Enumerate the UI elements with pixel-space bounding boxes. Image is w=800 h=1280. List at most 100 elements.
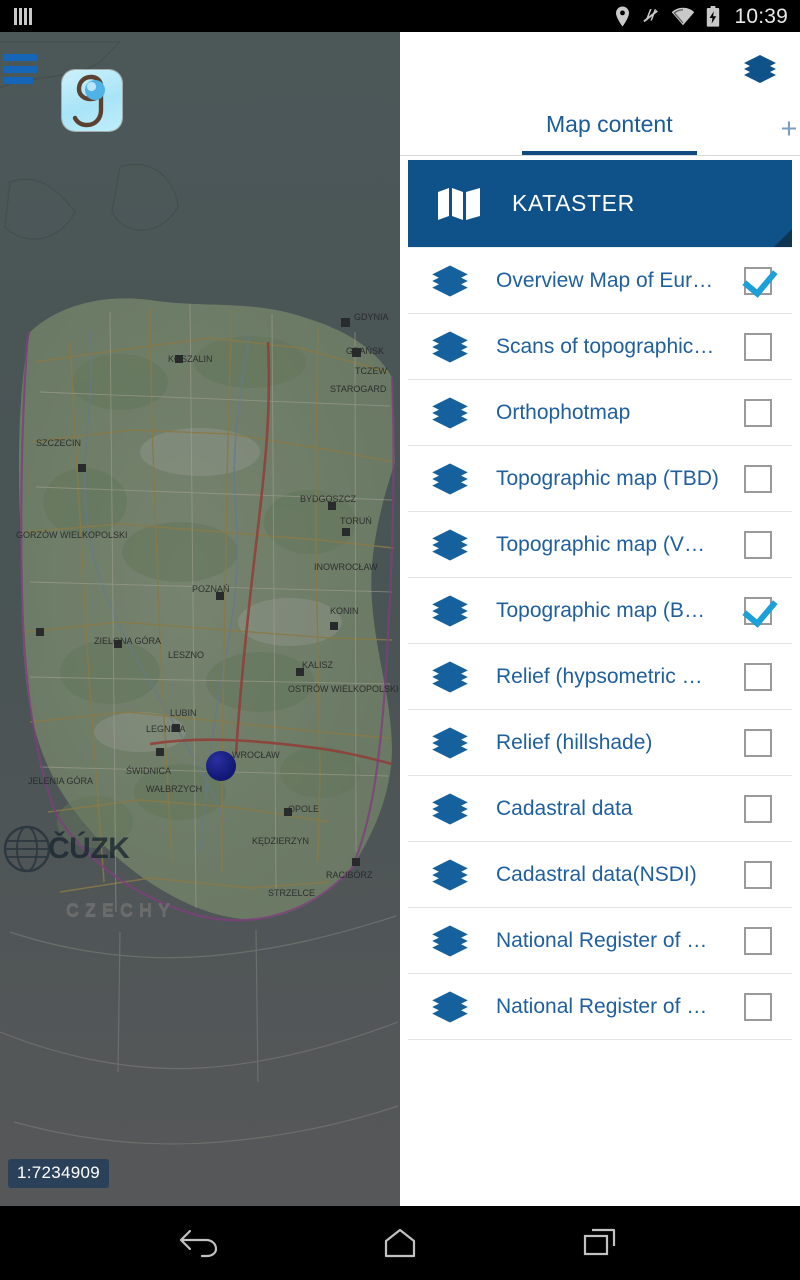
svg-text:BYDGOSZCZ: BYDGOSZCZ	[300, 494, 357, 504]
map-location-marker[interactable]	[206, 751, 236, 781]
layer-visibility-checkbox[interactable]	[730, 926, 786, 955]
home-icon[interactable]	[370, 1217, 430, 1269]
layer-visibility-checkbox[interactable]	[730, 398, 786, 427]
layer-visibility-checkbox[interactable]	[730, 794, 786, 823]
layers-stack-icon	[428, 858, 472, 892]
layer-row-label: Topographic map (BDO)	[496, 598, 723, 622]
layer-list: Overview Map of Europe Scans of topograph…	[400, 247, 800, 1040]
layers-stack-icon[interactable]	[742, 54, 778, 84]
panel-topbar	[400, 32, 800, 100]
svg-text:LEGNICA: LEGNICA	[146, 724, 186, 734]
svg-text:STAROGARD: STAROGARD	[330, 384, 387, 394]
svg-text:JELENIA GÓRA: JELENIA GÓRA	[28, 776, 93, 786]
layers-stack-icon	[428, 660, 472, 694]
layer-row-label: National Register of Boundari…	[496, 928, 730, 952]
layers-stack-icon	[428, 528, 472, 562]
svg-text:KONIN: KONIN	[330, 606, 359, 616]
layer-row-label: Orthophotmap	[496, 400, 631, 424]
add-layer-button[interactable]: +	[774, 114, 800, 144]
layer-row[interactable]: National Register of Geograp…	[408, 974, 792, 1040]
hamburger-menu-icon[interactable]	[3, 54, 39, 84]
country-label-czechy: CZECHY	[66, 900, 177, 920]
svg-text:LESZNO: LESZNO	[168, 650, 204, 660]
layers-stack-icon	[428, 726, 472, 760]
checkbox-unchecked-icon[interactable]	[744, 530, 772, 559]
layer-group-header-kataster[interactable]: KATASTER	[408, 160, 792, 247]
android-screen: 10:39 GDYNIA GDAŃSK TCZEW STAROGARD KOSZ…	[0, 0, 800, 1280]
checkbox-unchecked-icon[interactable]	[744, 398, 772, 427]
svg-text:SZCZECIN: SZCZECIN	[36, 438, 81, 448]
battery-charging-icon	[707, 5, 720, 27]
layer-row[interactable]: Topographic map (TBD)	[408, 446, 792, 512]
bell-muted-icon	[643, 8, 659, 22]
layer-visibility-checkbox[interactable]	[730, 266, 786, 295]
layer-row[interactable]: Cadastral data(NSDI)	[408, 842, 792, 908]
layer-group-title: KATASTER	[512, 190, 635, 216]
svg-text:RACIBÓRZ: RACIBÓRZ	[326, 870, 373, 880]
svg-text:KĘDZIERZYN: KĘDZIERZYN	[252, 836, 309, 846]
checkbox-unchecked-icon[interactable]	[744, 728, 772, 757]
layer-row-label: Cadastral data(NSDI)	[496, 862, 697, 886]
svg-text:LUBIN: LUBIN	[170, 708, 197, 718]
layer-row[interactable]: Overview Map of Europe	[408, 247, 792, 314]
svg-text:GDAŃSK: GDAŃSK	[346, 346, 384, 356]
layer-visibility-checkbox[interactable]	[730, 464, 786, 493]
svg-text:OPOLE: OPOLE	[288, 804, 319, 814]
checkbox-unchecked-icon[interactable]	[744, 332, 772, 361]
layer-row[interactable]: Relief (hypsometric map)	[408, 644, 792, 710]
checkbox-unchecked-icon[interactable]	[744, 926, 772, 955]
svg-text:KOSZALIN: KOSZALIN	[168, 354, 213, 364]
recent-apps-icon[interactable]	[570, 1217, 630, 1269]
layer-visibility-checkbox[interactable]	[730, 332, 786, 361]
layer-visibility-checkbox[interactable]	[730, 530, 786, 559]
layer-row-label: Scans of topographic maps	[496, 334, 730, 358]
checkbox-unchecked-icon[interactable]	[744, 860, 772, 889]
svg-text:WAŁBRZYCH: WAŁBRZYCH	[146, 784, 202, 794]
layer-row[interactable]: Topographic map (VMAPL2)	[408, 512, 792, 578]
tab-map-content[interactable]: Map content	[522, 100, 697, 155]
layer-row-label: Relief (hillshade)	[496, 730, 653, 754]
checkbox-unchecked-icon[interactable]	[744, 662, 772, 691]
layer-row[interactable]: Orthophotmap	[408, 380, 792, 446]
layer-row[interactable]: National Register of Boundari…	[408, 908, 792, 974]
layers-stack-icon	[428, 330, 472, 364]
geoportal-g-logo-icon[interactable]	[62, 70, 122, 131]
checkbox-checked-icon[interactable]	[744, 596, 772, 625]
layer-visibility-checkbox[interactable]	[730, 662, 786, 691]
layer-visibility-checkbox[interactable]	[730, 596, 786, 625]
layer-visibility-checkbox[interactable]	[730, 860, 786, 889]
panel-tabbar: Map content +	[400, 100, 800, 156]
layers-stack-icon	[428, 792, 472, 826]
checkbox-unchecked-icon[interactable]	[744, 992, 772, 1021]
checkbox-unchecked-icon[interactable]	[744, 464, 772, 493]
globe-icon	[3, 825, 51, 873]
resize-corner-handle-icon[interactable]	[774, 229, 792, 247]
layer-row[interactable]: Topographic map (BDO)	[408, 578, 792, 644]
svg-text:TCZEW: TCZEW	[355, 366, 387, 376]
sim-signal-bars-icon	[14, 7, 32, 25]
tab-active-underline	[522, 151, 697, 155]
layer-row-label: Overview Map of Europe	[496, 268, 728, 292]
layer-row[interactable]: Cadastral data	[408, 776, 792, 842]
svg-text:ŚWIDNICA: ŚWIDNICA	[126, 765, 171, 776]
svg-text:STRZELCE: STRZELCE	[268, 888, 315, 898]
map-viewport[interactable]: GDYNIA GDAŃSK TCZEW STAROGARD KOSZALIN S…	[0, 32, 400, 1206]
checkbox-unchecked-icon[interactable]	[744, 794, 772, 823]
svg-text:KALISZ: KALISZ	[302, 660, 334, 670]
layer-visibility-checkbox[interactable]	[730, 728, 786, 757]
layers-stack-icon	[428, 264, 472, 298]
svg-text:GDYNIA: GDYNIA	[354, 312, 389, 322]
back-arrow-icon[interactable]	[170, 1217, 230, 1269]
layer-row[interactable]: Scans of topographic maps	[408, 314, 792, 380]
layers-stack-icon	[428, 462, 472, 496]
layer-row[interactable]: Relief (hillshade)	[408, 710, 792, 776]
layer-visibility-checkbox[interactable]	[730, 992, 786, 1021]
map-scale-badge: 1:7234909	[8, 1159, 110, 1188]
svg-text:WROCŁAW: WROCŁAW	[232, 750, 280, 760]
cuzk-label: ČÚZK	[48, 832, 130, 865]
svg-text:OSTRÓW WIELKOPOLSKI: OSTRÓW WIELKOPOLSKI	[288, 684, 399, 694]
svg-text:INOWROCŁAW: INOWROCŁAW	[314, 562, 378, 572]
wifi-icon	[672, 7, 695, 25]
folded-map-icon	[436, 185, 484, 223]
checkbox-checked-icon[interactable]	[744, 266, 772, 295]
